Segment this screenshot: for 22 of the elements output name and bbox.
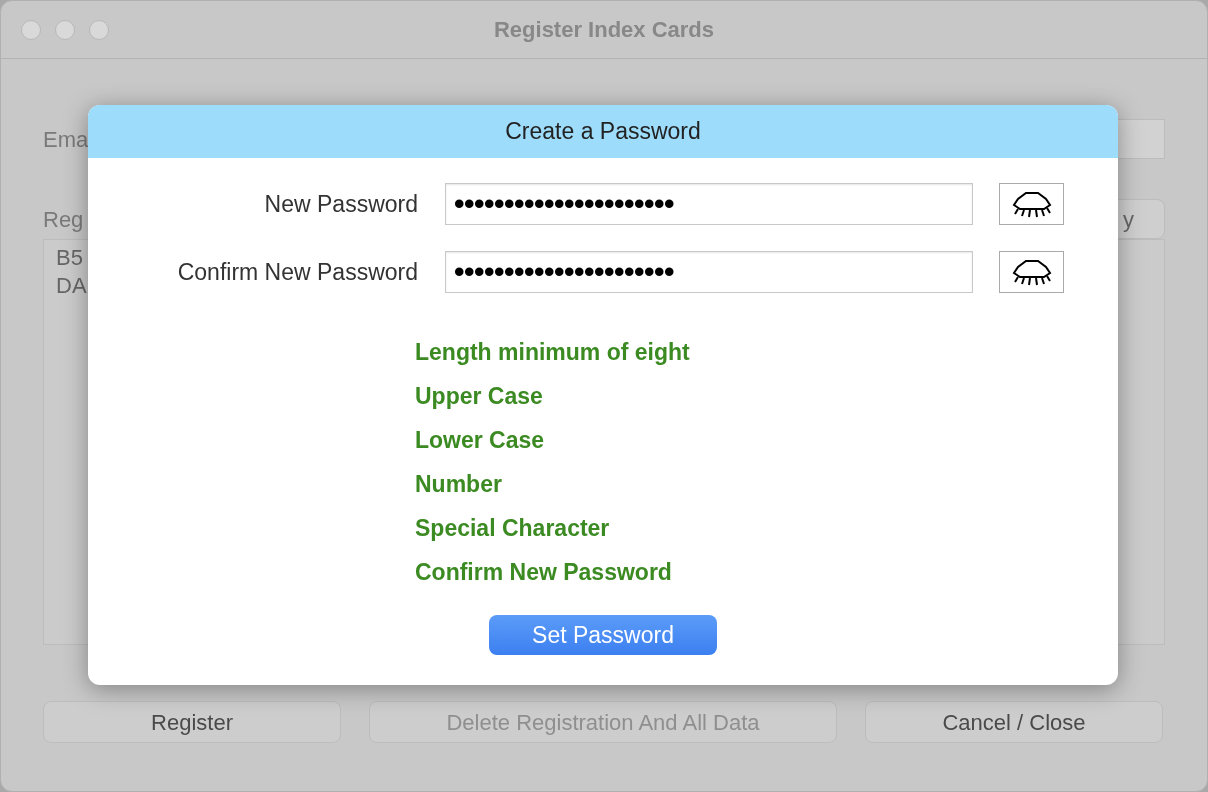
close-window-icon[interactable] [21,19,41,40]
show-password-button[interactable] [999,183,1064,225]
minimize-window-icon[interactable] [55,19,75,40]
cancel-close-button[interactable]: Cancel / Close [865,701,1163,743]
window-title: Register Index Cards [493,16,715,44]
set-password-button[interactable]: Set Password [489,615,717,655]
requirement-text: Upper Case [415,382,544,411]
field-label: Confirm New Password [176,257,418,287]
dialog-title: Create a Password [505,117,701,147]
password-field[interactable]: •••••••••••••••••••••• [445,251,973,293]
requirement-text: Lower Case [415,426,546,455]
registration-label: Reg [43,205,84,234]
email-label: Ema [43,125,89,154]
requirement-text: Length minimum of eight [415,338,691,367]
requirement-text: Special Character [415,514,611,543]
requirement-text: Confirm New Password [415,558,673,587]
register-button[interactable]: Register [43,701,341,743]
field-label: New Password [263,189,418,219]
password-field[interactable]: •••••••••••••••••••••• [445,183,973,225]
zoom-window-icon[interactable] [89,19,109,40]
requirement-text: Number [415,470,503,499]
show-password-button[interactable] [999,251,1064,293]
